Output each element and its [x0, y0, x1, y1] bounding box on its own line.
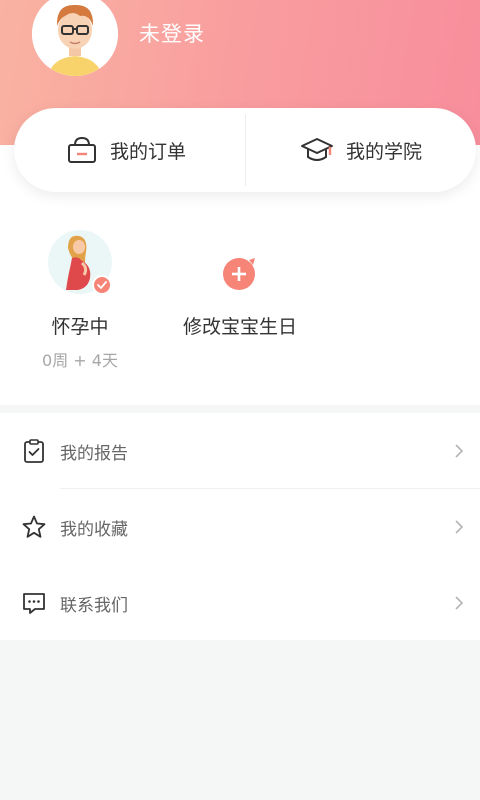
- chat-icon: [23, 593, 45, 614]
- clipboard-check-icon: [24, 439, 44, 463]
- my-academy-button[interactable]: 我的学院: [300, 108, 422, 192]
- menu-label-contact: 联系我们: [60, 595, 128, 616]
- chevron-right-icon: [455, 444, 464, 458]
- login-status[interactable]: 未登录: [139, 18, 205, 48]
- my-orders-label: 我的订单: [110, 140, 187, 163]
- quick-actions-card: 我的订单 我的学院: [14, 108, 476, 192]
- chevron-right-icon: [455, 520, 464, 534]
- menu-list: 我的报告 我的收藏 联系我们: [0, 413, 480, 640]
- edit-birthday-button[interactable]: 修改宝宝生日: [160, 230, 320, 339]
- pregnancy-status[interactable]: 怀孕中 0周 + 4天: [20, 230, 140, 371]
- shopping-basket-icon: [68, 136, 96, 163]
- pregnancy-title: 怀孕中: [51, 316, 109, 338]
- avatar[interactable]: [32, 0, 118, 76]
- avatar-illustration: [32, 0, 118, 76]
- menu-label-favorites: 我的收藏: [60, 519, 128, 540]
- card-divider: [245, 114, 246, 186]
- menu-item-report[interactable]: 我的报告: [0, 413, 480, 489]
- chevron-right-icon: [455, 596, 464, 610]
- star-icon: [22, 515, 46, 538]
- edit-birthday-label: 修改宝宝生日: [182, 316, 297, 338]
- my-academy-label: 我的学院: [346, 140, 423, 163]
- menu-label-report: 我的报告: [60, 443, 128, 464]
- my-orders-button[interactable]: 我的订单: [66, 108, 186, 192]
- graduation-cap-icon: [301, 138, 333, 161]
- pregnancy-duration: 0周 + 4天: [42, 351, 118, 370]
- menu-item-contact[interactable]: 联系我们: [0, 565, 480, 641]
- menu-item-favorites[interactable]: 我的收藏: [0, 489, 480, 565]
